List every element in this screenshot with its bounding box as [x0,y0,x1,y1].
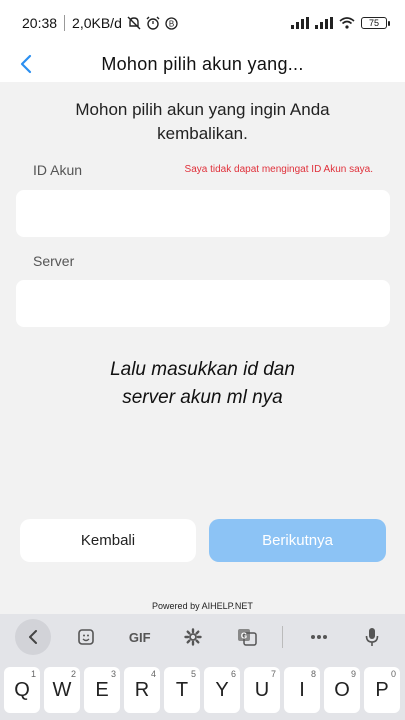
chevron-left-icon [28,630,37,644]
battery-icon: 75 [361,17,390,29]
gear-icon [184,628,202,646]
caption-line-1: Lalu masukkan id dan [110,359,295,380]
key-letter: E [95,678,109,701]
network-speed: 2,0KB/d [72,15,122,31]
key-e[interactable]: E3 [84,667,120,713]
key-letter: I [299,678,305,701]
server-input[interactable] [16,280,390,327]
mute-bell-icon [127,16,141,30]
keyboard-toolbar: GIF G [0,614,405,660]
more-icon [310,635,327,639]
app-header: Mohon pilih akun yang... [0,46,405,82]
key-hint: 5 [190,669,196,679]
signal-icon-2 [315,17,333,29]
sticker-button[interactable] [68,619,104,655]
svg-text:G: G [241,632,247,641]
key-letter: R [134,678,150,701]
key-u[interactable]: U7 [244,667,280,713]
translate-icon: G [237,629,257,646]
key-hint: 8 [310,669,316,679]
svg-text:B: B [169,19,174,28]
key-q[interactable]: Q1 [4,667,40,713]
signal-icon [291,17,309,29]
voice-input-button[interactable] [354,619,390,655]
toolbar-divider [282,626,284,648]
powered-by-text: Powered by AIHELP.NET [152,601,253,611]
key-hint: 0 [390,669,396,679]
key-hint: 9 [350,669,356,679]
key-letter: Q [14,678,30,701]
overlay-caption: Lalu masukkan id dan server akun ml nya [0,356,405,412]
key-hint: 2 [70,669,76,679]
more-button[interactable] [301,619,337,655]
key-hint: 4 [150,669,156,679]
berikutnya-button[interactable]: Berikutnya [209,519,386,562]
key-i[interactable]: I8 [284,667,320,713]
mic-icon [365,628,379,646]
keyboard-collapse-button[interactable] [14,619,51,655]
gif-button[interactable]: GIF [122,619,158,655]
page-title: Mohon pilih akun yang... [101,53,304,74]
back-button[interactable] [12,50,40,78]
wifi-icon [339,17,355,29]
key-r[interactable]: R4 [124,667,160,713]
kembali-button[interactable]: Kembali [20,519,196,562]
key-t[interactable]: T5 [164,667,200,713]
key-hint: 1 [30,669,36,679]
caption-line-2: server akun ml nya [122,387,283,408]
sticker-icon [78,629,95,645]
intro-text: Mohon pilih akun yang ingin Anda kembali… [75,100,330,143]
alarm-icon [146,16,160,30]
key-w[interactable]: W2 [44,667,80,713]
b-badge-icon: B [165,16,178,30]
keyboard-row: Q1 W2 E3 R4 T5 Y6 U7 I8 O9 P0 [0,660,405,720]
status-right: 75 [291,17,390,29]
settings-button[interactable] [175,619,211,655]
forgot-id-link[interactable]: Saya tidak dapat mengingat ID Akun saya. [185,164,373,175]
id-akun-label: ID Akun [33,162,83,178]
main-content: Mohon pilih akun yang ingin Anda kembali… [0,82,405,614]
key-letter: U [254,678,270,701]
key-hint: 7 [270,669,276,679]
key-y[interactable]: Y6 [204,667,240,713]
key-letter: Y [215,678,229,701]
key-letter: P [375,678,389,701]
key-p[interactable]: P0 [364,667,400,713]
status-time: 20:38 [22,15,58,31]
key-letter: W [52,678,72,701]
server-label: Server [33,253,75,269]
key-o[interactable]: O9 [324,667,360,713]
status-bar: 20:38 2,0KB/d B 75 [0,0,405,46]
id-akun-input[interactable] [16,190,390,237]
chevron-left-icon [20,54,32,74]
key-hint: 6 [230,669,236,679]
key-letter: O [334,678,350,701]
status-left: 20:38 2,0KB/d B [22,15,178,31]
key-hint: 3 [110,669,116,679]
status-divider [64,15,66,31]
key-letter: T [175,678,189,701]
translate-button[interactable]: G [229,619,265,655]
